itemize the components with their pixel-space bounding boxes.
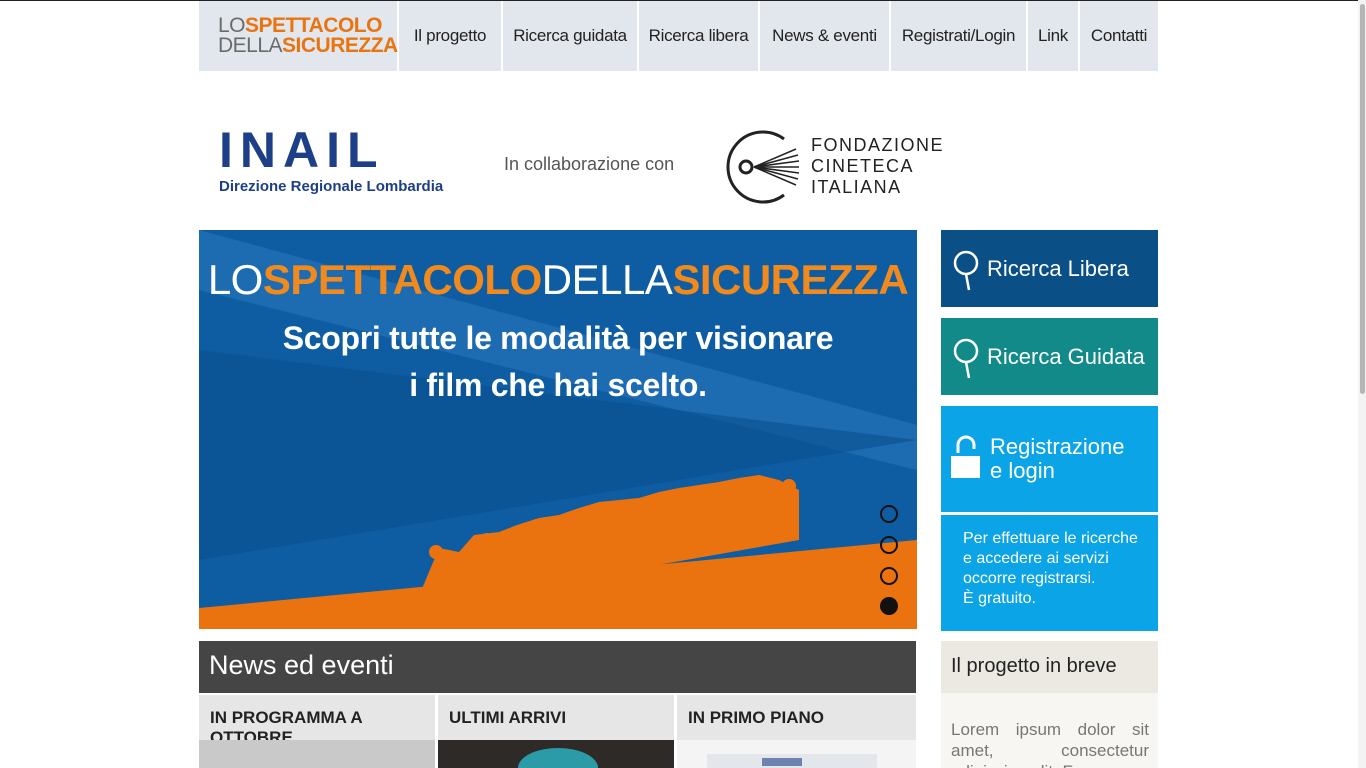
ricerca-libera-label: Ricerca Libera [987,255,1129,281]
scrollbar-thumb[interactable] [1360,4,1365,394]
news-image-2[interactable] [438,740,674,768]
slider-dot-3[interactable] [880,567,898,585]
ricerca-libera-button[interactable]: Ricerca Libera [941,230,1158,307]
inail-subtitle: Direzione Regionale Lombardia [219,178,444,195]
ricerca-guidata-label: Ricerca Guidata [987,343,1145,369]
magnifier-icon [953,338,979,379]
magnifier-icon [953,250,979,291]
cineteca-logo[interactable]: FONDAZIONE CINETECA ITALIANA [722,129,962,207]
cineteca-emblem-icon [726,130,800,204]
tab-in-primo-piano[interactable]: IN PRIMO PIANO [677,695,916,740]
cineteca-name: FONDAZIONE CINETECA ITALIANA [811,135,945,197]
tab-in-programma[interactable]: IN PROGRAMMA A OTTOBRE [199,695,435,747]
news-image-3[interactable] [677,740,916,768]
site-logo[interactable]: LOSPETTACOLO DELLASICUREZZA [199,1,398,71]
slider-dot-2[interactable] [880,536,898,554]
inail-wordmark: INAIL [219,122,385,178]
project-summary-text: Lorem ipsum dolor sit amet, consectetur … [941,693,1158,768]
padlock-icon [951,435,980,478]
tab-ultimi-arrivi[interactable]: ULTIMI ARRIVI [438,695,674,740]
registration-info: Per effettuare le ricerche e accedere ai… [941,515,1158,631]
inail-logo[interactable]: INAIL Direzione Regionale Lombardia [219,122,489,204]
nav-item-il-progetto[interactable]: Il progetto [399,1,501,71]
hero-text-line-2: i film che hai scelto. [409,367,707,403]
registrazione-login-label: Registrazione e login [990,434,1125,483]
nav-item-ricerca-guidata[interactable]: Ricerca guidata [503,1,637,71]
nav-item-link[interactable]: Link [1028,1,1078,71]
ricerca-guidata-button[interactable]: Ricerca Guidata [941,318,1158,395]
main-navigation: LOSPETTACOLO DELLASICUREZZA Il progetto … [199,1,1158,71]
hero-brand-title: LOSPETTACOLODELLASICUREZZA [207,256,909,303]
logo-line-2: DELLASICUREZZA [218,34,398,57]
nav-item-ricerca-libera[interactable]: Ricerca libera [639,1,758,71]
project-summary-title: Il progetto in breve [941,641,1158,693]
slider-dot-1[interactable] [880,505,898,523]
nav-item-news-eventi[interactable]: News & eventi [760,1,889,71]
page-scrollbar[interactable] [1358,0,1366,768]
nav-item-contatti[interactable]: Contatti [1080,1,1158,71]
collaboration-text: In collaborazione con [504,154,675,174]
registrazione-login-button[interactable]: Registrazione e login [941,406,1158,512]
hero-slider[interactable]: LOSPETTACOLODELLASICUREZZA Scopri tutte … [199,230,917,629]
nav-item-registrati-login[interactable]: Registrati/Login [891,1,1026,71]
slider-dot-4[interactable] [880,597,898,615]
hero-text-line-1: Scopri tutte le modalità per visionare [282,320,834,356]
news-section-title: News ed eventi [199,641,916,693]
news-image-1[interactable] [199,740,435,768]
logo-line-1: LOSPETTACOLO [218,14,382,37]
